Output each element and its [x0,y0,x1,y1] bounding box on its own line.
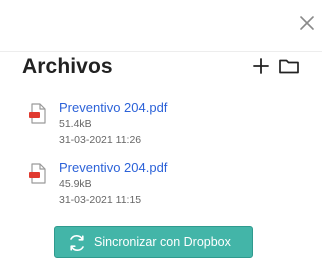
sync-button-label: Sincronizar con Dropbox [94,235,231,249]
files-panel: Archivos Preventivo 204.pdf 51.4kB 31-03… [0,0,322,278]
file-name-link[interactable]: Preventivo 204.pdf [59,100,167,115]
file-date: 31-03-2021 11:26 [59,134,142,146]
file-size: 45.9kB [59,178,92,190]
panel-header-bar [0,0,322,52]
file-list-item: Preventivo 204.pdf 51.4kB 31-03-2021 11:… [28,100,298,150]
file-list-item: Preventivo 204.pdf 45.9kB 31-03-2021 11:… [28,160,298,210]
file-size: 51.4kB [59,118,92,130]
plus-icon[interactable] [252,57,270,75]
file-name-link[interactable]: Preventivo 204.pdf [59,160,167,175]
close-icon[interactable] [298,14,316,32]
pdf-file-icon [29,103,46,124]
panel-title: Archivos [22,55,113,78]
file-date: 31-03-2021 11:15 [59,194,142,206]
pdf-file-icon [29,163,46,184]
sync-dropbox-button[interactable]: Sincronizar con Dropbox [54,226,253,258]
sync-icon [70,235,84,251]
folder-icon[interactable] [278,57,300,75]
